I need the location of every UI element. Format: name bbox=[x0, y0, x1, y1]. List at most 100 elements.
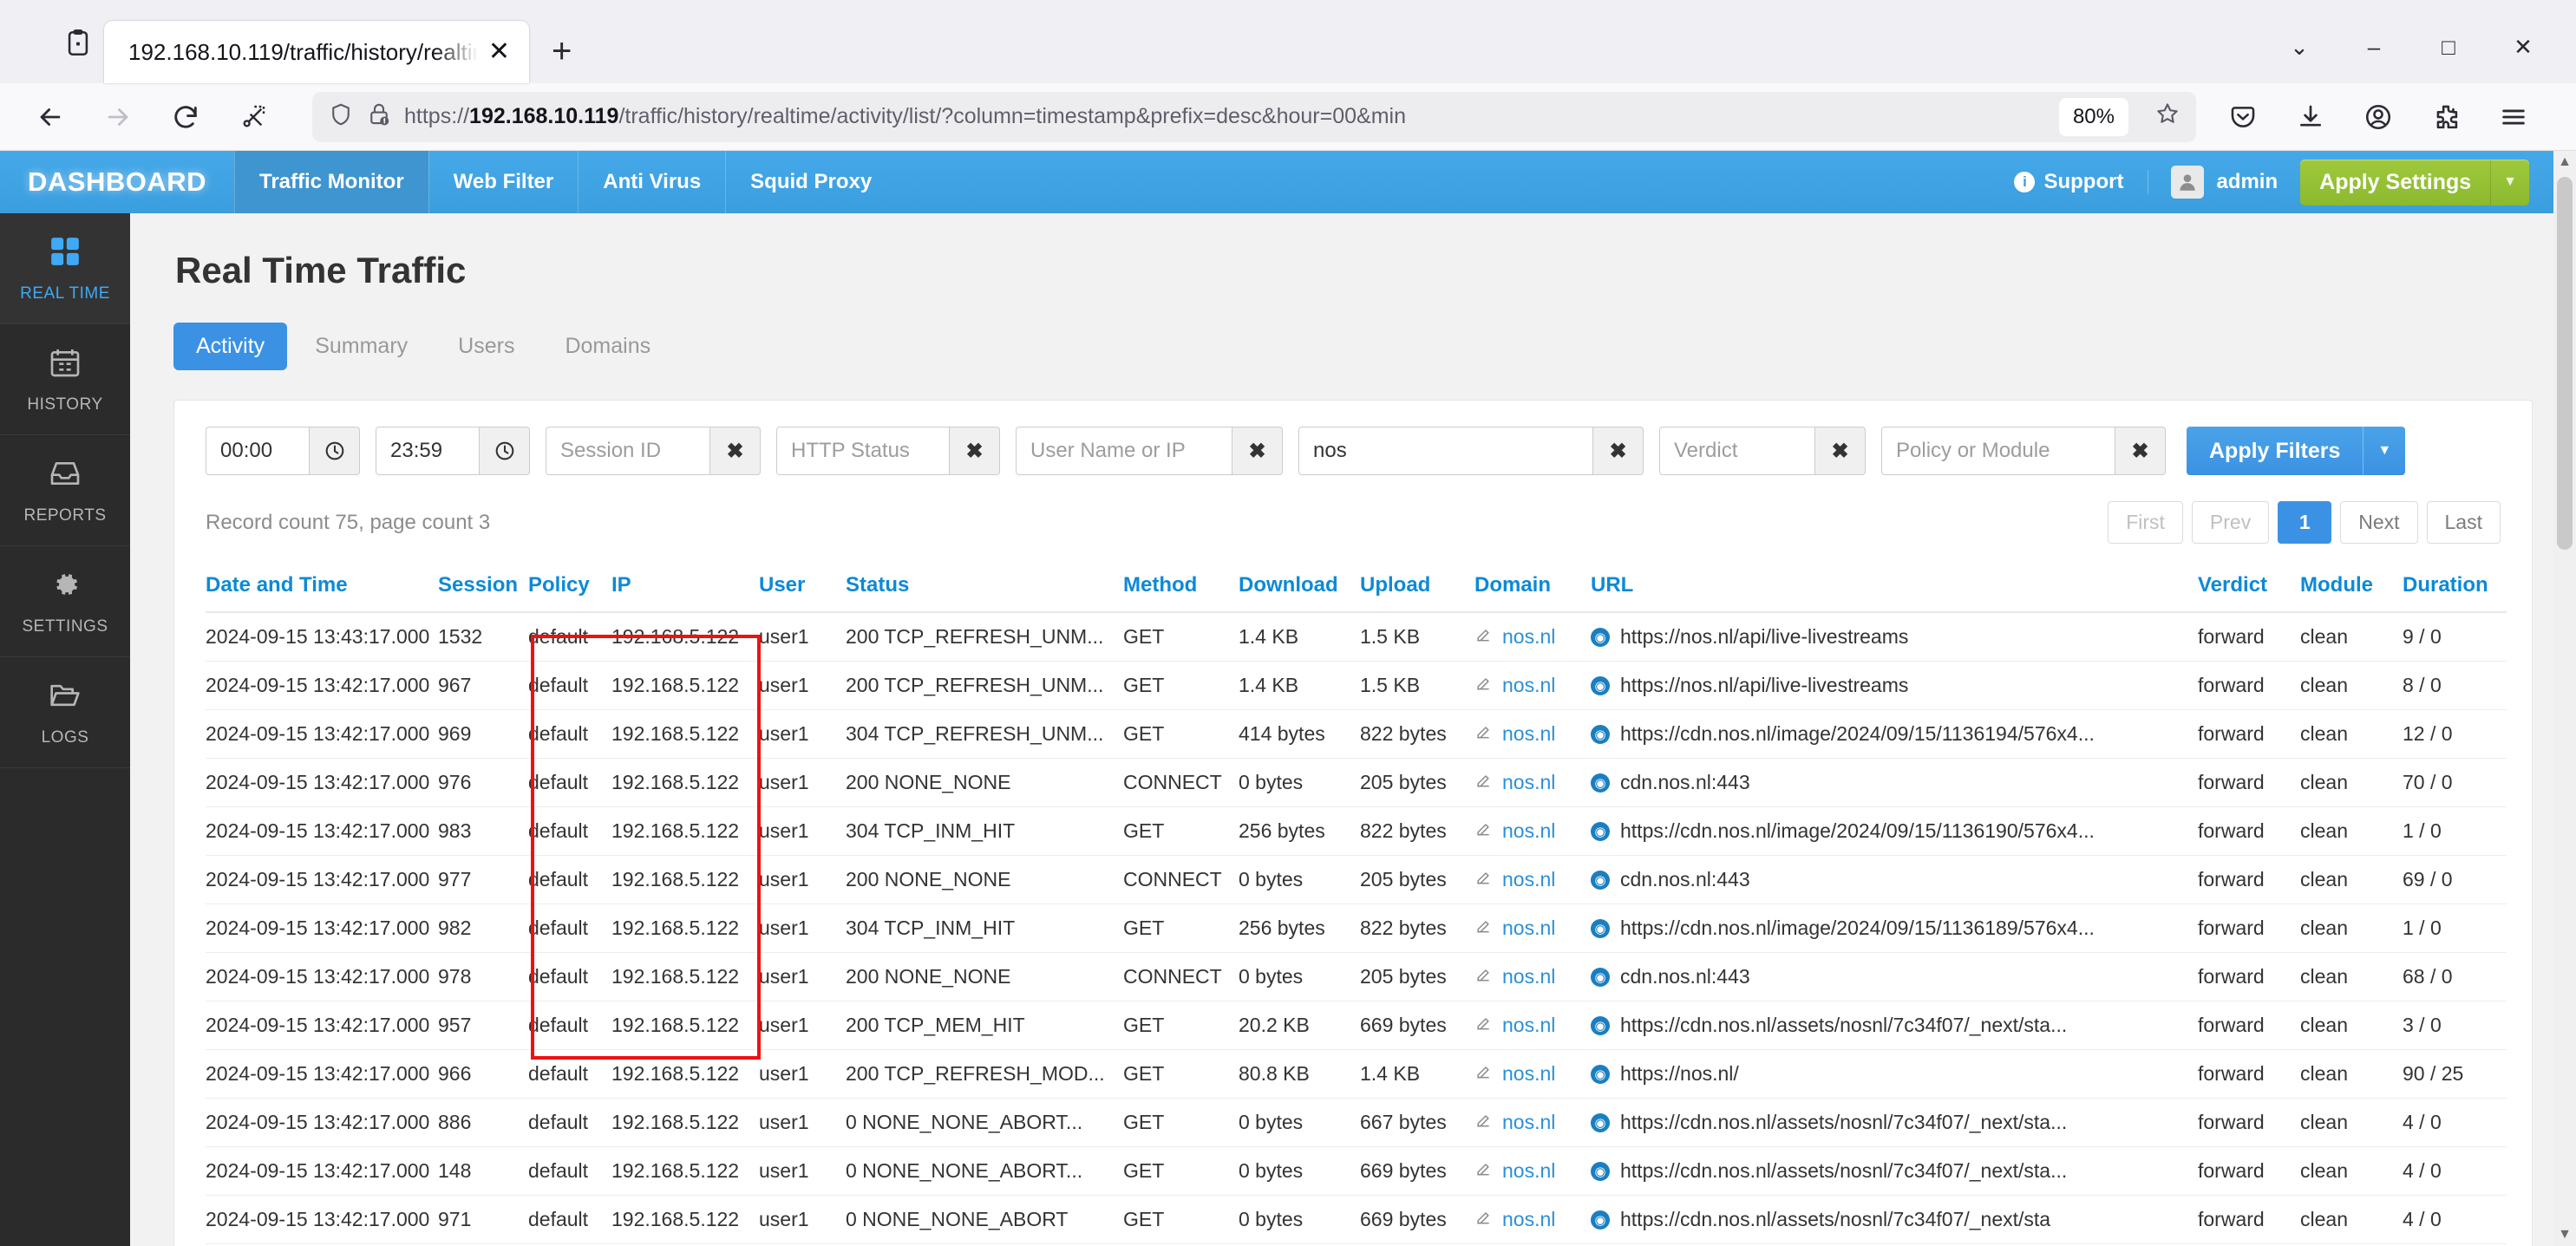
nav-traffic-monitor[interactable]: Traffic Monitor bbox=[234, 151, 428, 213]
chevron-down-icon[interactable]: ▼ bbox=[2363, 427, 2406, 475]
clear-search-icon[interactable]: ✖ bbox=[1593, 427, 1644, 475]
table-row[interactable]: 2024-09-15 13:42:17.000 983 default 192.168… bbox=[206, 806, 2507, 856]
edit-pencil-icon[interactable] bbox=[1474, 723, 1492, 746]
forward-icon[interactable] bbox=[90, 89, 146, 145]
cell-url[interactable]: ◉ cdn.nos.nl:443 bbox=[1591, 855, 2198, 904]
sidebar-item-logs[interactable]: LOGS bbox=[0, 657, 130, 768]
edit-pencil-icon[interactable] bbox=[1474, 772, 1492, 794]
col-download[interactable]: Download bbox=[1239, 573, 1360, 613]
support-link[interactable]: i Support bbox=[2014, 170, 2149, 194]
table-row[interactable]: 2024-09-15 13:42:17.000 971 default 192.168… bbox=[206, 1195, 2507, 1244]
cell-domain[interactable]: nos.nl bbox=[1474, 904, 1591, 953]
nav-web-filter[interactable]: Web Filter bbox=[428, 151, 579, 213]
apply-settings-button[interactable]: Apply Settings ▼ bbox=[2300, 159, 2529, 205]
user-or-ip-input[interactable]: User Name or IP bbox=[1016, 427, 1232, 475]
table-row[interactable]: 2024-09-15 13:43:17.000 1532 default 192.16… bbox=[206, 612, 2507, 662]
cell-ip[interactable]: 192.168.5.122 bbox=[611, 1195, 759, 1244]
col-verdict[interactable]: Verdict bbox=[2198, 573, 2300, 613]
cell-domain[interactable]: nos.nl bbox=[1474, 1146, 1591, 1196]
cell-url[interactable]: ◉ https://cdn.nos.nl/image/2024/09/15/113… bbox=[1591, 904, 2198, 953]
edit-pencil-icon[interactable] bbox=[1474, 626, 1492, 649]
close-icon[interactable]: ✕ bbox=[478, 39, 520, 65]
col-domain[interactable]: Domain bbox=[1474, 573, 1591, 613]
edit-pencil-icon[interactable] bbox=[1474, 1209, 1492, 1231]
cell-domain-text[interactable]: nos.nl bbox=[1502, 819, 1555, 843]
cell-user[interactable]: user1 bbox=[759, 1001, 846, 1050]
scroll-up-icon[interactable]: ▲ bbox=[2553, 151, 2576, 173]
cell-datetime[interactable]: 2024-09-15 13:42:17.000 bbox=[206, 952, 438, 1001]
table-row[interactable]: 2024-09-15 13:42:17.000 969 default 192.168… bbox=[206, 709, 2507, 759]
page-prev-button[interactable]: Prev bbox=[2191, 501, 2270, 544]
cell-url[interactable]: ◉ https://cdn.nos.nl/assets/nosnl/7c34f07… bbox=[1591, 1098, 2198, 1147]
edit-pencil-icon[interactable] bbox=[1474, 1063, 1492, 1086]
cell-domain[interactable]: nos.nl bbox=[1474, 806, 1591, 856]
back-icon[interactable] bbox=[23, 89, 78, 145]
cell-domain[interactable]: nos.nl bbox=[1474, 952, 1591, 1001]
cell-domain[interactable]: nos.nl bbox=[1474, 855, 1591, 904]
table-row[interactable]: 2024-09-15 13:42:17.000 957 default 192.168… bbox=[206, 1001, 2507, 1050]
verdict-input[interactable]: Verdict bbox=[1659, 427, 1815, 475]
edit-pencil-icon[interactable] bbox=[1474, 675, 1492, 697]
cell-domain-text[interactable]: nos.nl bbox=[1502, 965, 1555, 988]
cell-ip[interactable]: 192.168.5.122 bbox=[611, 904, 759, 953]
reload-icon[interactable] bbox=[158, 89, 213, 145]
cell-url[interactable]: ◉ cdn.nos.nl:443 bbox=[1591, 758, 2198, 807]
cell-datetime[interactable]: 2024-09-15 13:42:17.000 bbox=[206, 758, 438, 807]
cell-user[interactable]: user1 bbox=[759, 1146, 846, 1196]
scrollbar-thumb[interactable] bbox=[2557, 177, 2573, 550]
tab-domains[interactable]: Domains bbox=[542, 323, 673, 370]
cell-user[interactable]: user1 bbox=[759, 855, 846, 904]
cell-url[interactable]: ◉ https://cdn.nos.nl/assets/nosnl/7c34f07… bbox=[1591, 1195, 2198, 1244]
cell-datetime[interactable]: 2024-09-15 13:42:17.000 bbox=[206, 1195, 438, 1244]
cell-domain-text[interactable]: nos.nl bbox=[1502, 722, 1555, 746]
cell-user[interactable]: user1 bbox=[759, 661, 846, 710]
downloads-icon[interactable] bbox=[2283, 89, 2338, 145]
table-row[interactable]: 2024-09-15 13:42:17.000 976 default 192.168… bbox=[206, 758, 2507, 807]
scroll-down-icon[interactable]: ▼ bbox=[2553, 1223, 2576, 1246]
cell-ip[interactable]: 192.168.5.122 bbox=[611, 758, 759, 807]
col-session[interactable]: Session bbox=[438, 573, 528, 613]
account-icon[interactable] bbox=[2350, 89, 2406, 145]
cell-domain[interactable]: nos.nl bbox=[1474, 1195, 1591, 1244]
sidebar-item-settings[interactable]: SETTINGS bbox=[0, 546, 130, 657]
policy-or-module-input[interactable]: Policy or Module bbox=[1881, 427, 2115, 475]
cell-domain-text[interactable]: nos.nl bbox=[1502, 1111, 1555, 1134]
time-to-input[interactable]: 23:59 bbox=[376, 427, 480, 475]
cell-datetime[interactable]: 2024-09-15 13:42:17.000 bbox=[206, 806, 438, 856]
col-date-and-time[interactable]: Date and Time bbox=[206, 573, 438, 613]
firefox-view-icon[interactable] bbox=[52, 17, 104, 69]
cell-user[interactable]: user1 bbox=[759, 904, 846, 953]
cell-datetime[interactable]: 2024-09-15 13:42:17.000 bbox=[206, 855, 438, 904]
col-method[interactable]: Method bbox=[1123, 573, 1239, 613]
sidebar-item-reports[interactable]: REPORTS bbox=[0, 435, 130, 546]
cell-datetime[interactable]: 2024-09-15 13:42:17.000 bbox=[206, 1098, 438, 1147]
chevron-down-icon[interactable]: ▼ bbox=[2490, 159, 2529, 205]
screenshot-scissors-icon[interactable] bbox=[226, 89, 281, 145]
tab-activity[interactable]: Activity bbox=[173, 323, 288, 370]
bookmark-star-icon[interactable] bbox=[2141, 101, 2180, 134]
nav-squid-proxy[interactable]: Squid Proxy bbox=[725, 151, 896, 213]
table-row[interactable]: 2024-09-15 13:42:17.000 148 default 192.168… bbox=[206, 1146, 2507, 1196]
url-bar[interactable]: https://192.168.10.119/traffic/history/r… bbox=[312, 91, 2196, 142]
cell-url[interactable]: ◉ https://cdn.nos.nl/image/2024/09/15/113… bbox=[1591, 709, 2198, 759]
table-row[interactable]: 2024-09-15 13:42:17.000 967 default 192.168… bbox=[206, 661, 2507, 710]
cell-user[interactable]: user1 bbox=[759, 709, 846, 759]
col-duration[interactable]: Duration bbox=[2403, 573, 2507, 613]
page-last-button[interactable]: Last bbox=[2426, 501, 2501, 544]
cell-domain-text[interactable]: nos.nl bbox=[1502, 1159, 1555, 1183]
app-brand[interactable]: DASHBOARD bbox=[0, 151, 234, 213]
cell-domain[interactable]: nos.nl bbox=[1474, 1098, 1591, 1147]
col-user[interactable]: User bbox=[759, 573, 846, 613]
search-input[interactable]: nos bbox=[1298, 427, 1593, 475]
cell-ip[interactable]: 192.168.5.122 bbox=[611, 806, 759, 856]
cell-domain-text[interactable]: nos.nl bbox=[1502, 868, 1555, 891]
url-text[interactable]: https://192.168.10.119/traffic/history/r… bbox=[404, 104, 2047, 129]
cell-ip[interactable]: 192.168.5.122 bbox=[611, 709, 759, 759]
clear-session-id-icon[interactable]: ✖ bbox=[710, 427, 761, 475]
cell-domain-text[interactable]: nos.nl bbox=[1502, 1208, 1555, 1231]
cell-url[interactable]: ◉ https://cdn.nos.nl/assets/nosnl/7c34f07… bbox=[1591, 1001, 2198, 1050]
clear-policy-or-module-icon[interactable]: ✖ bbox=[2115, 427, 2166, 475]
cell-domain[interactable]: nos.nl bbox=[1474, 758, 1591, 807]
cell-user[interactable]: user1 bbox=[759, 1098, 846, 1147]
clear-http-status-icon[interactable]: ✖ bbox=[950, 427, 1000, 475]
